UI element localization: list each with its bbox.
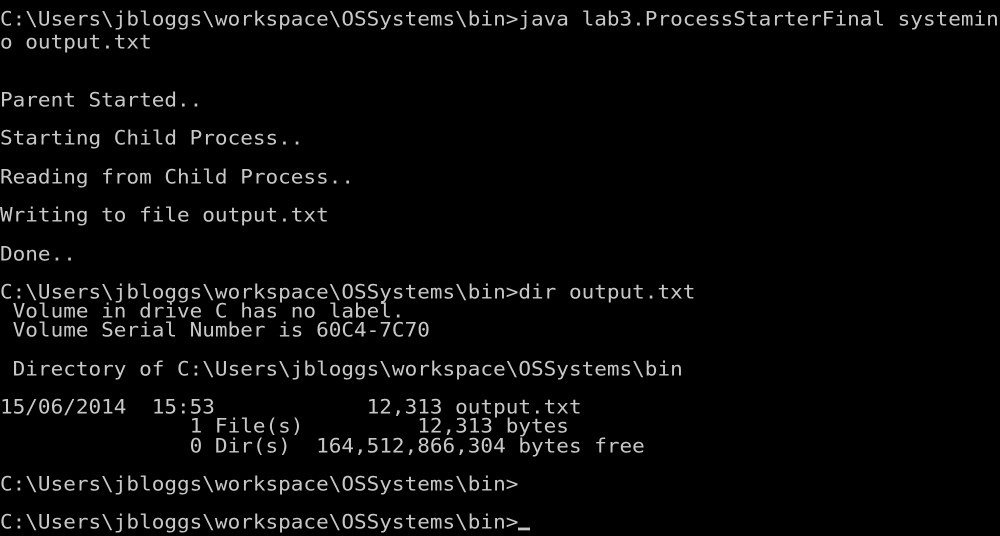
console-line: 1 File(s) 12,313 bytes: [0, 415, 569, 438]
console-line: C:\Users\jbloggs\workspace\OSSystems\bin…: [0, 8, 999, 31]
console-line: Writing to file output.txt: [0, 204, 329, 227]
console-line: C:\Users\jbloggs\workspace\OSSystems\bin…: [0, 281, 696, 304]
console-line: 0 Dir(s) 164,512,866,304 bytes free: [0, 434, 645, 457]
console-line: Directory of C:\Users\jbloggs\workspace\…: [0, 357, 683, 380]
console-line: Done..: [0, 242, 76, 265]
console-line: Volume Serial Number is 60C4-7C70: [0, 319, 430, 342]
console-line: Starting Child Process..: [0, 127, 304, 150]
console-line: Volume in drive C has no label.: [0, 300, 405, 323]
console-line: Reading from Child Process..: [0, 165, 355, 188]
prompt-line[interactable]: C:\Users\jbloggs\workspace\OSSystems\bin…: [0, 513, 531, 532]
console-line: 15/06/2014 15:53 12,313 output.txt: [0, 396, 582, 419]
console-line: o output.txt: [0, 31, 152, 54]
console-window[interactable]: C:\Users\jbloggs\workspace\OSSystems\bin…: [0, 0, 1000, 536]
text-cursor: [518, 527, 531, 531]
console-line: Parent Started..: [0, 89, 203, 112]
console-line: C:\Users\jbloggs\workspace\OSSystems\bin…: [0, 473, 519, 496]
